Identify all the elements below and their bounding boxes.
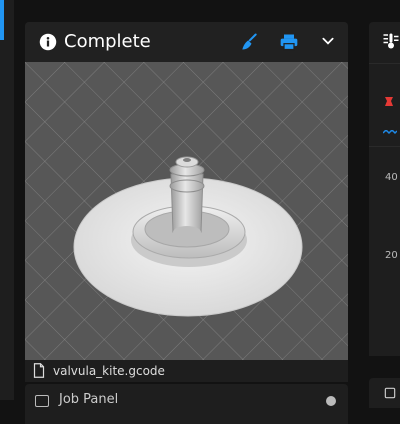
navigation-strip — [0, 0, 14, 400]
gcode-thumbnail — [25, 62, 348, 360]
job-panel-action-icon[interactable] — [326, 396, 336, 406]
file-name: valvula_kite.gcode — [53, 364, 165, 378]
file-icon — [33, 363, 45, 378]
job-panel-label: Job Panel — [59, 392, 119, 407]
temperature-header-divider — [369, 63, 400, 64]
status-title: Complete — [64, 31, 151, 52]
temperature-card: 40 20 — [369, 22, 400, 356]
sensor-icon[interactable] — [383, 130, 397, 136]
tool-icon — [384, 387, 396, 399]
temperature-divider — [369, 146, 400, 147]
file-footer: valvula_kite.gcode — [25, 360, 348, 382]
thermometer-icon — [383, 33, 399, 49]
chevron-down-icon[interactable] — [321, 34, 335, 48]
job-panel-icon — [35, 395, 49, 407]
heater-icon[interactable] — [383, 94, 395, 108]
print-icon[interactable] — [279, 32, 299, 52]
axis-tick-40: 40 — [385, 172, 398, 183]
axis-tick-20: 20 — [385, 250, 398, 261]
print-status-card: Complete — [25, 22, 348, 360]
brush-icon[interactable] — [239, 32, 259, 52]
active-nav-indicator — [0, 0, 4, 40]
info-icon — [39, 33, 57, 51]
bottom-right-card — [369, 378, 400, 408]
job-panel-card[interactable]: Job Panel — [25, 384, 348, 424]
card-header: Complete — [25, 22, 348, 62]
